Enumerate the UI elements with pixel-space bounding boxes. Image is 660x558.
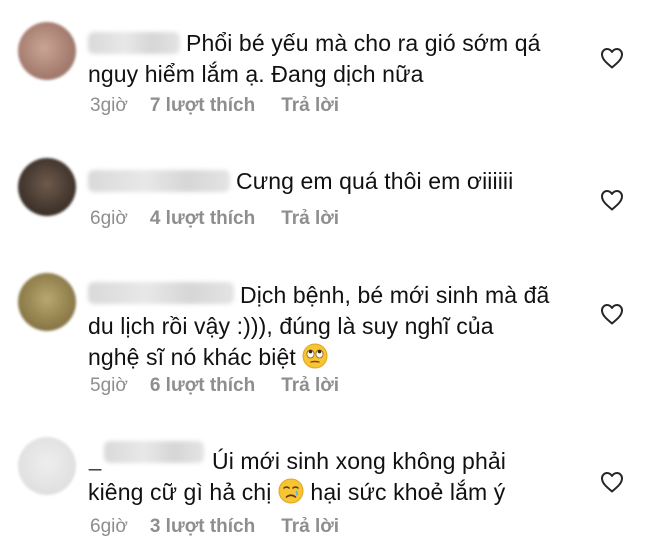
comment-meta: 6giờ 4 lượt thích Trả lời xyxy=(90,208,339,230)
comment-time: 6giờ xyxy=(90,208,128,229)
heart-outline-icon[interactable] xyxy=(600,47,624,69)
comment-time: 6giờ xyxy=(90,516,128,537)
heart-outline-icon[interactable] xyxy=(600,471,624,493)
comment-text-line: kiêng cữ gì hả chị xyxy=(88,479,272,505)
comment-text-line: Phổi bé yếu mà cho ra gió sớm qá xyxy=(186,30,541,56)
comment-text-line: nghệ sĩ nó khác biệt xyxy=(88,344,296,370)
comment-text-line: Úi mới sinh xong không phải xyxy=(212,448,506,474)
avatar[interactable] xyxy=(18,22,76,80)
comment-text: Dịch bệnh, bé mới sinh mà đã du lịch rồi… xyxy=(88,280,578,373)
crying-face-emoji xyxy=(278,478,304,504)
reply-button[interactable]: Trả lời xyxy=(281,516,339,538)
avatar[interactable] xyxy=(18,158,76,216)
comment-time: 3giờ xyxy=(90,95,128,116)
heart-outline-icon[interactable] xyxy=(600,303,624,325)
reply-button[interactable]: Trả lời xyxy=(281,375,339,397)
likes-count-link[interactable]: 3 lượt thích xyxy=(150,516,255,538)
avatar[interactable] xyxy=(18,273,76,331)
reply-button[interactable]: Trả lời xyxy=(281,208,339,230)
comment-text-line: nguy hiểm lắm ạ. Đang dịch nữa xyxy=(88,61,424,87)
comment-text-line: du lịch rồi vậy :))), đúng là suy nghĩ c… xyxy=(88,313,494,339)
likes-count-link[interactable]: 4 lượt thích xyxy=(150,208,255,230)
comment-time: 5giờ xyxy=(90,375,128,396)
comment-meta: 6giờ 3 lượt thích Trả lời xyxy=(90,516,339,538)
comment-text: Cưng em quá thôi em ơiiiiii xyxy=(88,166,578,197)
likes-count-link[interactable]: 6 lượt thích xyxy=(150,375,255,397)
comment-meta: 5giờ 6 lượt thích Trả lời xyxy=(90,375,339,397)
avatar[interactable] xyxy=(18,437,76,495)
likes-count-link[interactable]: 7 lượt thích xyxy=(150,95,255,117)
comment-text-line: Dịch bệnh, bé mới sinh mà đã xyxy=(240,282,550,308)
comment-text: Phổi bé yếu mà cho ra gió sớm qá nguy hi… xyxy=(88,28,578,90)
reply-button[interactable]: Trả lời xyxy=(281,95,339,117)
heart-outline-icon[interactable] xyxy=(600,189,624,211)
comment-text-line: hại sức khoẻ lắm ý xyxy=(310,479,506,505)
eye-roll-emoji xyxy=(302,343,328,369)
comment-text: Úi mới sinh xong không phải kiêng cữ gì … xyxy=(88,446,578,508)
comment-meta: 3giờ 7 lượt thích Trả lời xyxy=(90,95,339,117)
comment-text-line: Cưng em quá thôi em ơiiiiii xyxy=(236,168,514,194)
